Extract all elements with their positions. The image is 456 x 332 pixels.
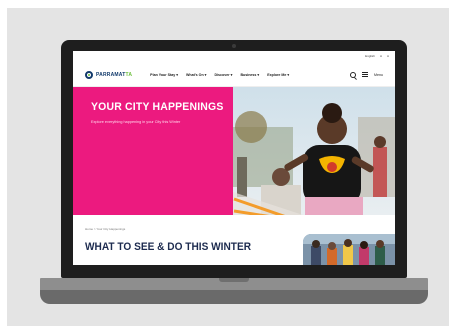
nav-item-business[interactable]: Business ▾: [240, 73, 259, 77]
event-thumbnail-illustration: [303, 234, 395, 265]
text-size-increase[interactable]: A: [387, 54, 389, 58]
laptop-base: [40, 278, 428, 290]
site-logo[interactable]: PARRAMATTA: [85, 70, 133, 79]
laptop-base-bottom: [40, 290, 428, 304]
laptop-lid: English A A PARRAMATTA Plan Your Stay ▾ …: [61, 40, 407, 278]
search-icon[interactable]: [350, 71, 356, 78]
hero-subtitle: Explore everything happening in your Cit…: [91, 120, 181, 124]
text-size-decrease[interactable]: A: [380, 54, 382, 58]
menu-icon[interactable]: [362, 72, 368, 77]
nav-item-discover[interactable]: Discover ▾: [214, 73, 232, 77]
breadcrumb[interactable]: Home > Your City Happenings: [85, 227, 125, 231]
logo-text: PARRAMATTA: [96, 71, 133, 78]
menu-label[interactable]: Menu: [374, 73, 383, 77]
nav-item-plan-your-stay[interactable]: Plan Your Stay ▾: [150, 73, 178, 77]
hero-title: YOUR CITY HAPPENINGS: [91, 101, 224, 113]
event-thumbnail[interactable]: [303, 234, 395, 265]
laptop-screen: English A A PARRAMATTA Plan Your Stay ▾ …: [73, 51, 395, 265]
header-tools: Menu: [350, 71, 383, 78]
site-header: PARRAMATTA Plan Your Stay ▾ What's On ▾ …: [73, 63, 395, 87]
main-nav: Plan Your Stay ▾ What's On ▾ Discover ▾ …: [150, 73, 289, 77]
nav-item-whats-on[interactable]: What's On ▾: [186, 73, 206, 77]
nav-item-explore-me[interactable]: Explore Me ▾: [267, 73, 289, 77]
trackpad-notch: [219, 278, 249, 282]
utility-bar: English A A: [365, 54, 389, 58]
logo-mark-icon: [85, 70, 93, 79]
section-title: WHAT TO SEE & DO THIS WINTER: [85, 241, 252, 253]
language-link[interactable]: English: [365, 54, 375, 58]
camera-icon: [232, 44, 236, 48]
